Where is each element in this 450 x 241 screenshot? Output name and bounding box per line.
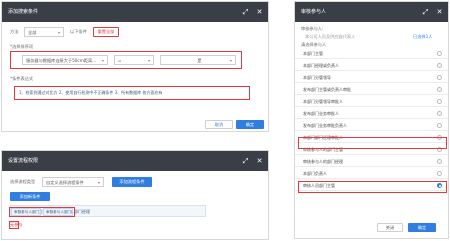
footer-text: 无参与 [10,222,23,227]
chevron-down-icon: ▾ [101,58,104,63]
list-item[interactable]: 发布部门业务审批负责人 [295,120,448,131]
expand-icon[interactable]: ⤢ [242,2,249,22]
list-item-label: 发布部门业务审批人 [303,111,339,116]
radio-unchecked-icon[interactable] [437,123,442,128]
condition-operator-select[interactable]: = ▾ [114,55,154,65]
radio-unchecked-icon[interactable] [437,51,442,56]
radio-unchecked-icon[interactable] [437,111,442,116]
radio-unchecked-icon[interactable] [437,75,442,80]
list-item[interactable]: 本部门主管 [295,48,448,59]
condition-field-select[interactable]: 服务器与数据库连接大于50cm距离... ▾ [22,55,108,65]
cancel-button[interactable]: 取消 [205,120,233,129]
list-item[interactable]: 本部门负责人 [295,168,448,179]
flow-type-select[interactable]: 自定义选择流程条件 ▾ [42,177,104,187]
list-item-label: 审核参与人的部门经理 [303,159,343,164]
highlight-item-12 [298,181,447,193]
search-condition-dialog: 添加搜索条件 ⤢ ✕ 方法 全部 ▾ 以下条件 重置全部 *选择排序项 服务器与… [1,1,269,132]
participant-list: 本部门主管本部门经理或负责人 本部门分管领导发布部门主管或负责人审批 本部门分管领导… [295,48,448,194]
radio-unchecked-icon[interactable] [437,99,442,104]
dialog-titlebar: 设置流程权限 ⤢ ✕ [2,151,268,171]
list-item[interactable]: 发布部门主管或负责人审批 [295,84,448,95]
list-item[interactable]: 发布部门业务审批人 [295,108,448,119]
list-item-label: 发布部门主管或负责人审批 [303,87,351,92]
flow-type-label: 选择流程类型 [10,179,36,184]
list-item-label: 本部门经理或负责人 [303,63,339,68]
list-item[interactable]: 本部门分管领导 [295,72,448,83]
dialog-titlebar: 审核参与人 ⤢ ✕ [295,2,448,22]
match-label: 以下条件 [70,29,87,34]
reset-all-button[interactable]: 重置全部 [93,27,119,37]
expression-label: *条件表达式 [10,76,34,81]
chevron-down-icon: ▾ [229,58,232,63]
flow-permission-dialog: 设置流程权限 ⤢ ✕ 选择流程类型 自定义选择流程条件 ▾ 添加流程条件 添加新… [1,150,269,240]
add-new-condition-button[interactable]: 添加新条件 [10,192,50,201]
expand-icon[interactable]: ⤢ [422,2,429,22]
condition-group-label: *选择排序项 [10,44,34,49]
radio-unchecked-icon[interactable] [437,159,442,164]
list-item-label: 本部门分管领导审批人 [303,99,343,104]
chevron-down-icon: ▾ [57,30,60,35]
list-item-label: 本部门分管领导 [303,75,331,80]
radio-unchecked-icon[interactable] [437,171,442,176]
scope-select[interactable]: 全部 ▾ [24,27,64,37]
close-icon[interactable]: ✕ [256,151,263,171]
expression-text: 1、检索到通过对比方 2、使用自行检测中不正确条件 3、所有数据库 各方面应有 [16,88,248,98]
selected-count[interactable]: 已选择1人 [413,34,432,40]
close-icon[interactable]: ✕ [256,2,263,22]
list-item-label: 本部门主管 [303,51,323,56]
add-flow-condition-button[interactable]: 添加流程条件 [112,177,152,187]
close-icon[interactable]: ✕ [436,2,443,22]
close-button[interactable]: 关闭 [377,223,403,232]
list-item-label: 发布部门业务审批负责人 [303,123,347,128]
chevron-down-icon: ▾ [147,58,150,63]
list-item-label: 本部门负责人 [303,171,327,176]
expand-icon[interactable]: ⤢ [242,151,249,171]
dialog-title: 审核参与人 [301,9,327,15]
participant-hint: 本公司人员及供应链代表人 [305,34,356,39]
confirm-button[interactable]: 确定 [236,120,264,129]
list-item[interactable]: 审核参与人的部门经理 [295,156,448,167]
tag-item[interactable]: 审核参与人部门经理 [43,208,73,216]
participant-header-label: 审核参与人: [301,26,324,31]
tag-item[interactable]: 审核参与人部门主管 [11,208,41,216]
confirm-button[interactable]: 确定 [408,223,436,232]
dialog-title: 设置流程权限 [8,158,39,164]
scope-label: 方法 [10,29,19,34]
condition-value-select[interactable]: 是 ▾ [160,55,236,65]
dialog-titlebar: 添加搜索条件 ⤢ ✕ [2,2,268,22]
dialog-title: 添加搜索条件 [8,9,39,15]
highlight-item-9 [298,137,447,149]
radio-unchecked-icon[interactable] [437,87,442,92]
participant-dialog: 审核参与人 ⤢ ✕ 审核参与人: 本公司人员及供应链代表人 已选择1人 请选择参… [294,1,449,239]
list-item[interactable]: 本部门分管领导审批人 [295,96,448,107]
radio-unchecked-icon[interactable] [437,63,442,68]
chevron-down-icon: ▾ [97,180,100,185]
list-item[interactable]: 本部门经理或负责人 [295,60,448,71]
